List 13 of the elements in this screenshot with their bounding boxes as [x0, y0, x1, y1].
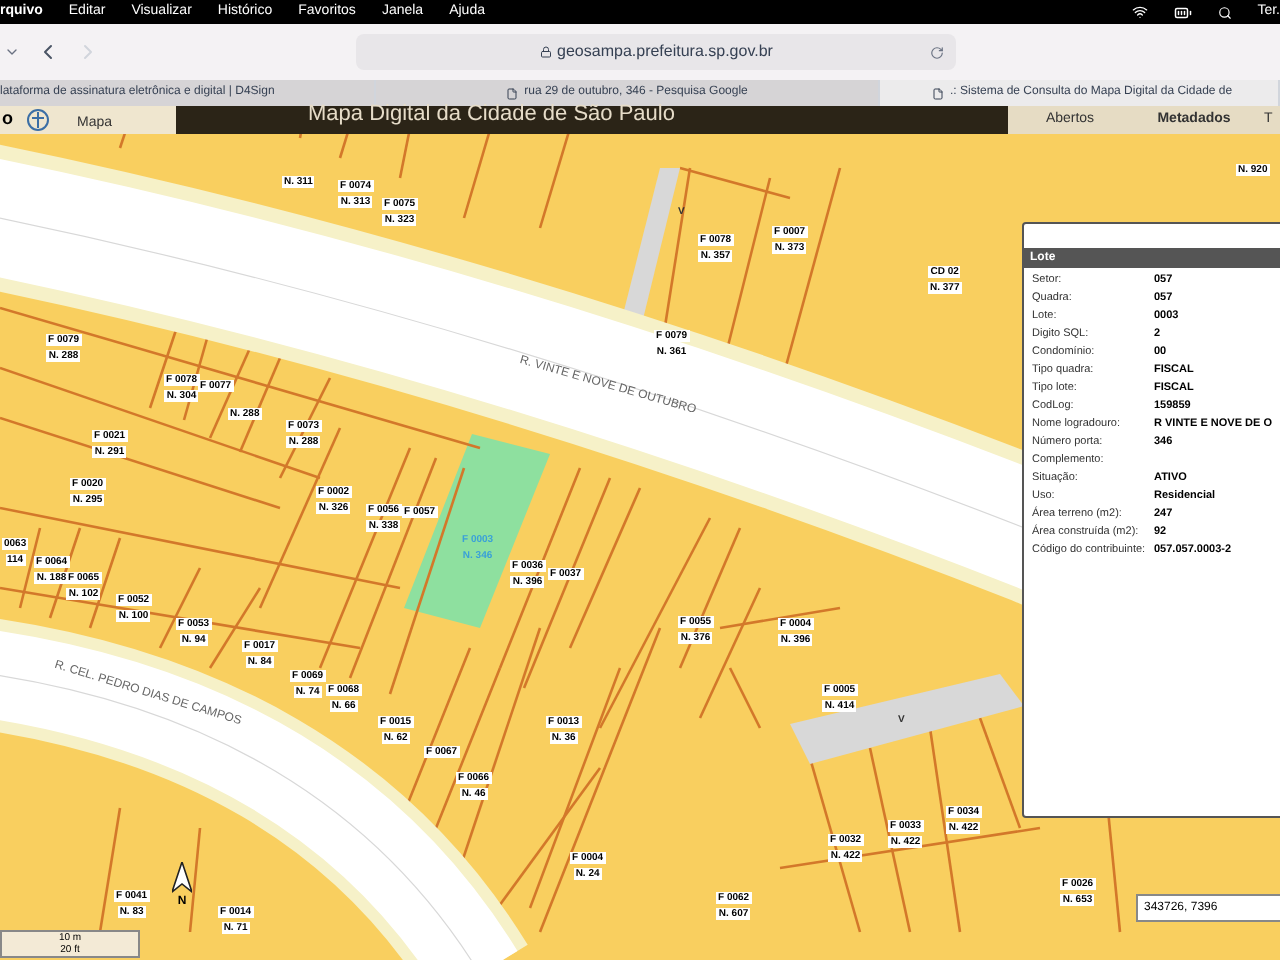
search-icon[interactable]: [1217, 5, 1232, 19]
header-text: o: [2, 106, 13, 133]
logo-icon: [25, 108, 49, 132]
north-arrow-icon: [172, 862, 192, 894]
page-icon: [506, 87, 519, 99]
reload-icon[interactable]: [930, 45, 944, 59]
lock-icon: [539, 46, 552, 58]
caret-icon[interactable]: [4, 44, 20, 60]
url-field[interactable]: geosampa.prefeitura.sp.gov.br: [356, 34, 956, 70]
page-icon: [932, 87, 944, 99]
battery-icon: [1173, 3, 1192, 21]
app-title: Mapa Digital da Cidade de São Paulo: [308, 103, 675, 125]
wifi-icon: [1131, 4, 1148, 20]
